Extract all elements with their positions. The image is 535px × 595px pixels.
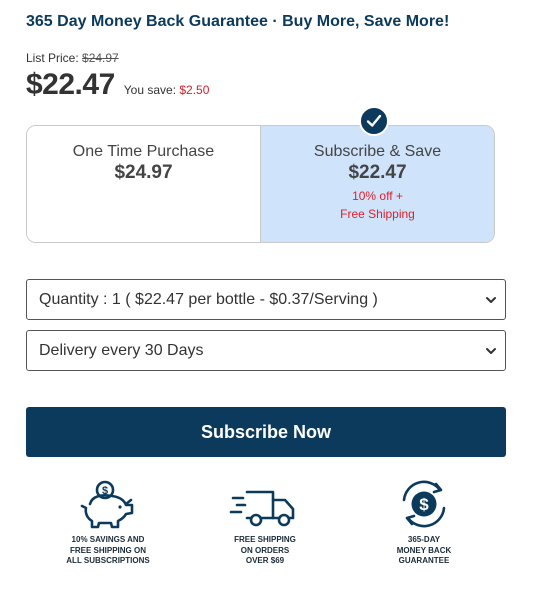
subscribe-shipping-note: Free Shipping	[340, 207, 415, 221]
guarantee-headline: 365 Day Money Back Guarantee · Buy More,…	[26, 13, 450, 30]
delivery-frequency-select[interactable]: Delivery every 30 Days	[26, 330, 506, 371]
feature-free-shipping-text: FREE SHIPPING ON ORDERS OVER $69	[234, 535, 296, 565]
feature-savings: $ 10% SAVINGS AND FREE SHIPPING ON ALL S…	[48, 478, 168, 567]
one-time-purchase-option[interactable]: One Time Purchase $24.97	[27, 126, 261, 242]
subscribe-save-option[interactable]: Subscribe & Save $22.47 10% off + Free S…	[261, 126, 494, 242]
subscribe-price: $22.47	[348, 162, 407, 183]
price-row: $22.47 You save: $2.50	[26, 68, 209, 102]
quantity-select[interactable]: Quantity : 1 ( $22.47 per bottle - $0.37…	[26, 279, 506, 320]
feature-money-back-text: 365-DAY MONEY BACK GUARANTEE	[396, 535, 452, 565]
subscribe-discount-note: 10% off +	[352, 189, 403, 203]
subscribe-title: Subscribe & Save	[313, 143, 442, 160]
svg-text:$: $	[102, 485, 108, 497]
you-save: You save: $2.50	[124, 83, 210, 97]
you-save-amount: $2.50	[179, 83, 210, 97]
you-save-label: You save:	[123, 83, 177, 97]
quantity-select-value: Quantity : 1 ( $22.47 per bottle - $0.37…	[39, 290, 378, 308]
list-price: List Price: $24.97	[26, 51, 119, 65]
svg-text:$: $	[419, 495, 429, 514]
one-time-price: $24.97	[114, 162, 173, 183]
subscribe-now-button[interactable]: Subscribe Now	[26, 407, 506, 457]
selected-check-icon	[359, 106, 389, 136]
chevron-down-icon	[486, 297, 496, 303]
one-time-title: One Time Purchase	[72, 143, 215, 160]
delivery-truck-icon	[229, 490, 295, 527]
chevron-down-icon	[486, 348, 496, 354]
feature-free-shipping: FREE SHIPPING ON ORDERS OVER $69	[205, 478, 325, 567]
feature-savings-text: 10% SAVINGS AND FREE SHIPPING ON ALL SUB…	[66, 535, 150, 565]
piggy-bank-icon: $	[80, 480, 134, 529]
purchase-options: One Time Purchase $24.97 Subscribe & Sav…	[26, 125, 495, 243]
list-price-label: List Price:	[26, 51, 79, 65]
list-price-value: $24.97	[82, 51, 119, 65]
feature-money-back: $ 365-DAY MONEY BACK GUARANTEE	[364, 478, 484, 567]
delivery-select-value: Delivery every 30 Days	[39, 341, 204, 359]
current-price: $22.47	[26, 68, 115, 101]
money-back-icon: $	[402, 480, 446, 528]
